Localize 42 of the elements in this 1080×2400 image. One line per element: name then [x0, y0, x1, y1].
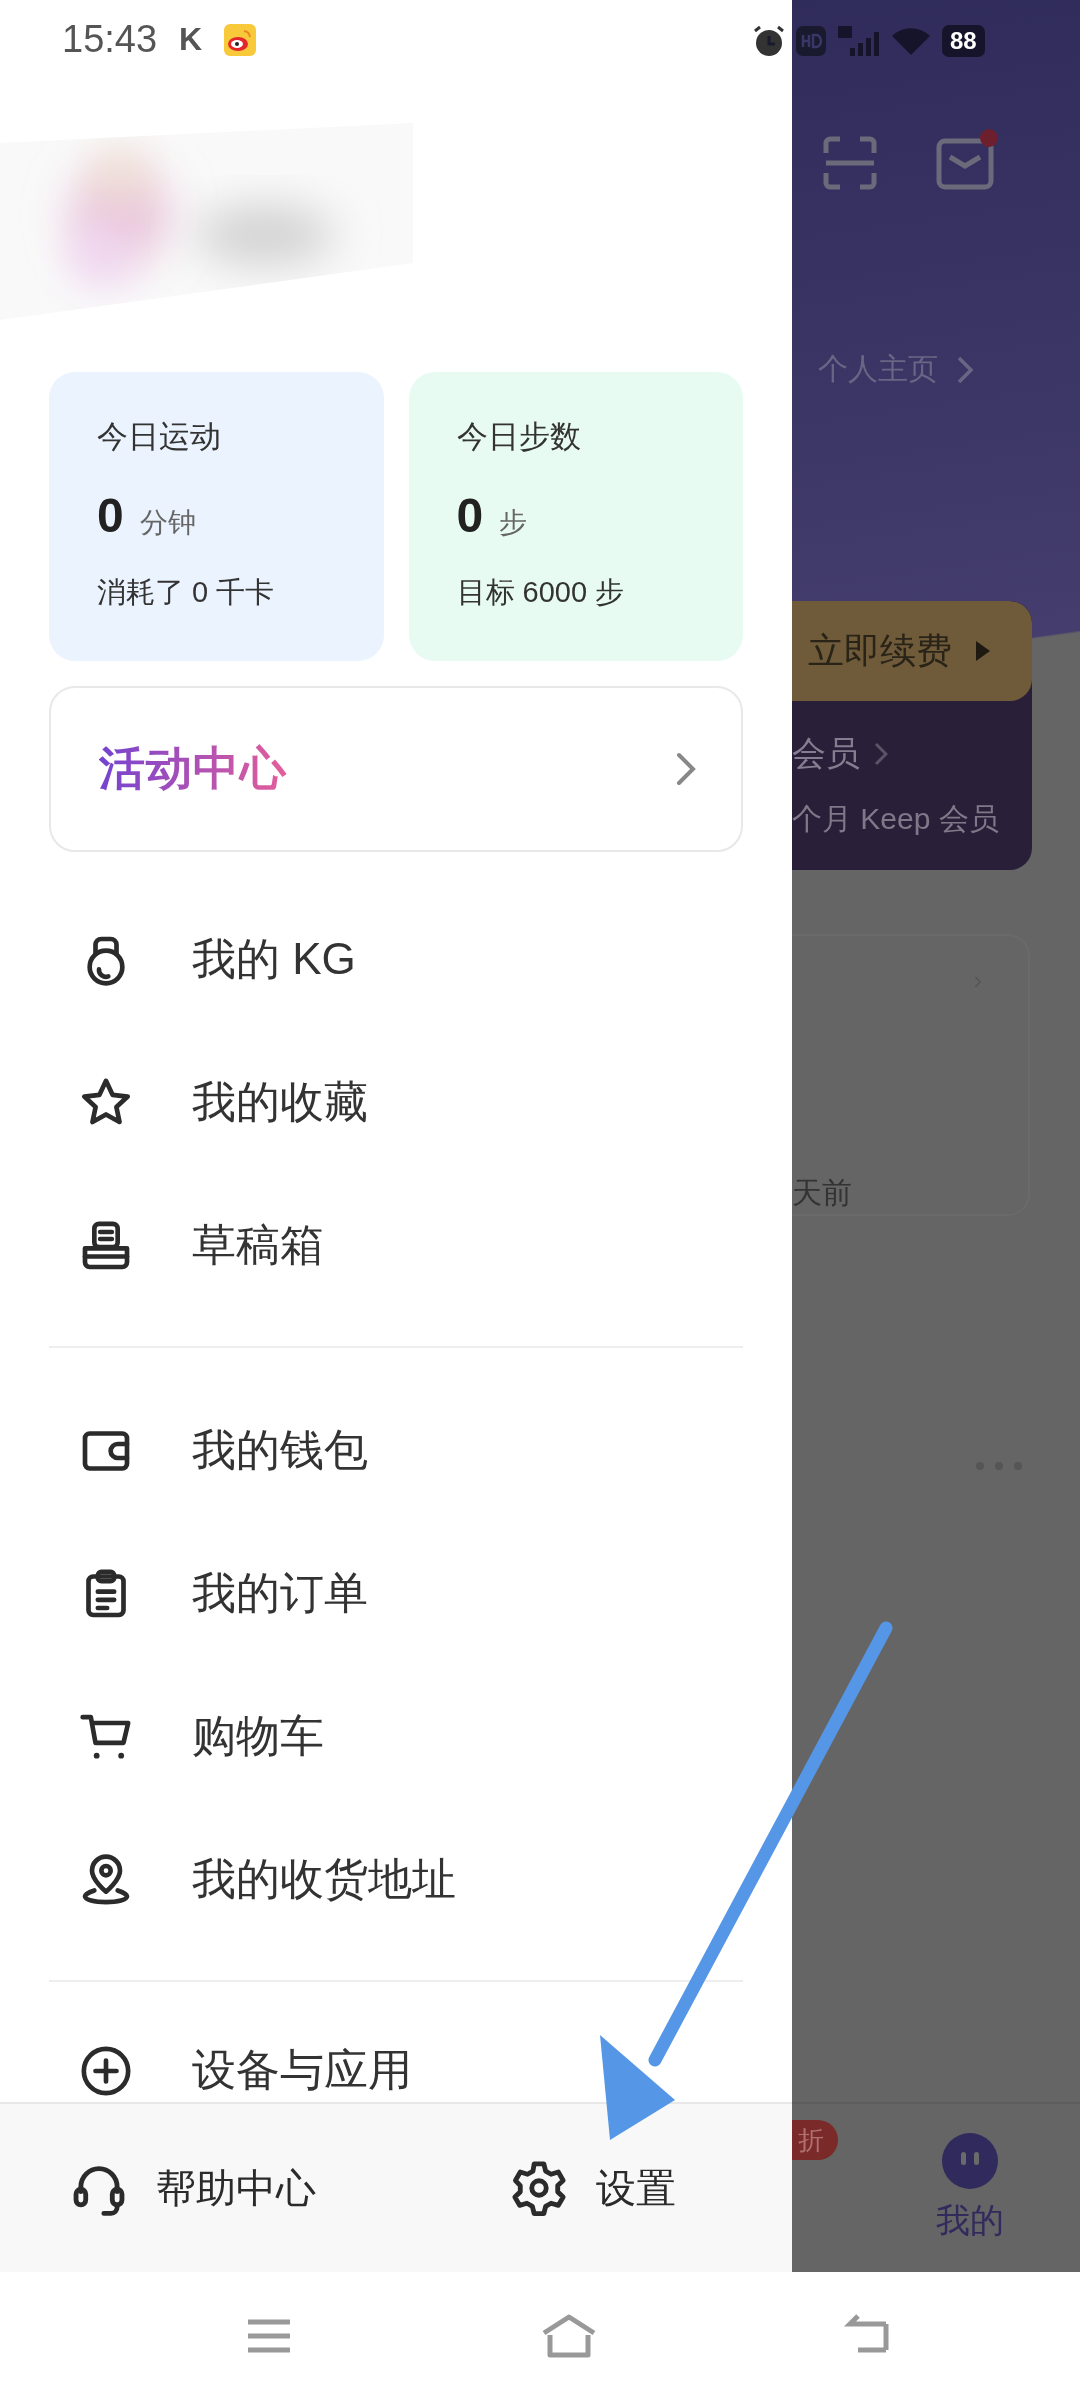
- play-icon: [974, 639, 992, 663]
- robot-face-icon: [941, 2132, 999, 2190]
- membership-note: 个月 Keep 会员: [792, 801, 1000, 837]
- menu-item[interactable]: 购物车: [0, 1665, 792, 1808]
- stat-value: 0: [97, 488, 124, 543]
- stat-note: 目标 6000 步: [456, 575, 626, 610]
- home-icon[interactable]: [540, 2313, 598, 2359]
- stat-title: 今日运动: [97, 418, 222, 456]
- battery-indicator: 88: [942, 25, 985, 57]
- stat-note: 消耗了 0 千卡: [97, 575, 276, 610]
- footer-item[interactable]: 帮助中心: [70, 2159, 510, 2217]
- chevron-right-icon: [874, 742, 888, 766]
- hd-icon: [796, 26, 826, 56]
- menu-item[interactable]: 我的收货地址: [0, 1808, 792, 1951]
- settings-icon: [510, 2159, 568, 2217]
- stat-unit: 分钟: [139, 506, 196, 540]
- activity-banner[interactable]: 活动中心: [49, 686, 743, 852]
- alarm-icon: [752, 24, 786, 58]
- menu-icon[interactable]: [246, 2317, 292, 2355]
- scan-icon[interactable]: [822, 135, 878, 191]
- stat-unit: 步: [499, 506, 528, 540]
- clock: 15:43: [62, 18, 158, 61]
- membership-link[interactable]: 会员: [792, 731, 860, 777]
- wifi-icon: [890, 25, 932, 57]
- stat-title: 今日步数: [456, 418, 582, 456]
- stat-card[interactable]: 今日步数 0 步 目标 6000 步: [408, 372, 743, 661]
- notification-letter: K: [179, 21, 203, 58]
- membership-card[interactable]: 立即续费 会员 个月 Keep 会员: [792, 601, 1032, 870]
- chevron-right-icon: [675, 751, 697, 787]
- stat-value: 0: [456, 488, 484, 543]
- menu-item[interactable]: 我的收藏: [0, 1031, 792, 1174]
- discount-badge: 折: [792, 2120, 838, 2160]
- menu-item[interactable]: 我的钱包: [0, 1379, 792, 1522]
- stat-card[interactable]: 今日运动 0 分钟 消耗了 0 千卡: [49, 372, 384, 661]
- menu-item[interactable]: 我的 KG: [0, 888, 792, 1031]
- footer-item[interactable]: 设置: [510, 2159, 676, 2217]
- menu-item[interactable]: 草稿箱: [0, 1174, 792, 1317]
- chevron-right-icon: [956, 354, 974, 385]
- app-notification-icon: [224, 23, 257, 56]
- menu-item[interactable]: 设备与应用: [0, 1999, 792, 2102]
- cell-signal-icon: [836, 24, 880, 58]
- menu-item[interactable]: 我的订单: [0, 1522, 792, 1665]
